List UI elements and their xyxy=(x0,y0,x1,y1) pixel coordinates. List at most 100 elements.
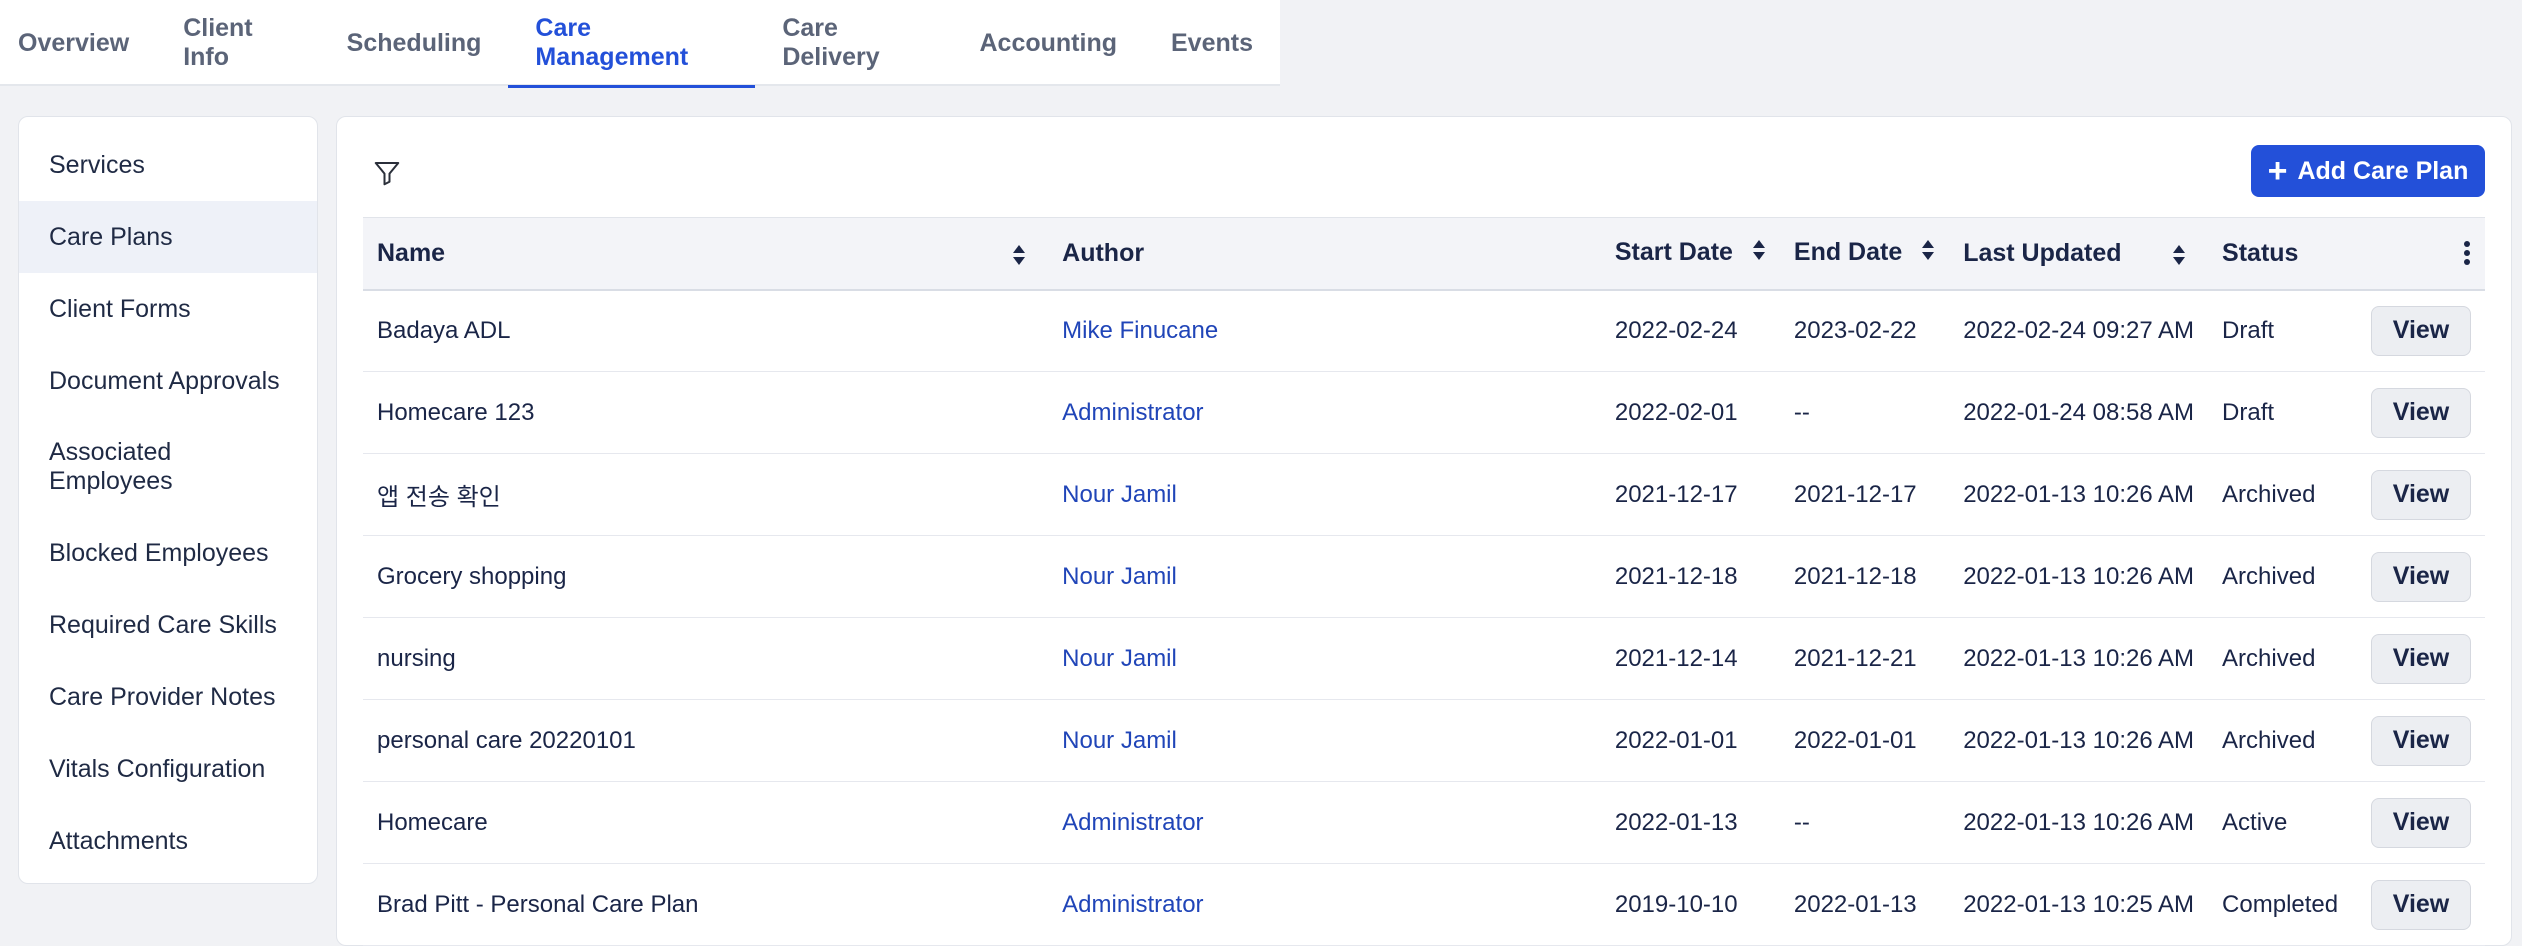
cell-start-date: 2019-10-10 xyxy=(1614,890,1738,918)
column-header-end-date[interactable]: End Date xyxy=(1780,218,1949,290)
sidebar-item-care-plans[interactable]: Care Plans xyxy=(19,201,317,273)
add-care-plan-button[interactable]: + Add Care Plan xyxy=(2251,145,2485,197)
cell-end-date: 2021-12-21 xyxy=(1793,644,1917,672)
sidebar-item-label: Care Plans xyxy=(49,222,173,251)
cell-author[interactable]: Nour Jamil xyxy=(1048,618,1601,700)
sidebar-item-label: Care Provider Notes xyxy=(49,682,276,711)
cell-actions: View xyxy=(2357,372,2485,454)
cell-last-updated: 2022-01-13 10:26 AM xyxy=(1963,480,2195,508)
tab-care-management[interactable]: Care Management xyxy=(508,0,756,88)
table-row: nursing Nour Jamil 2021-12-14 2021-12-21 202… xyxy=(363,618,2485,700)
column-header-last-updated[interactable]: Last Updated xyxy=(1949,218,2208,290)
sidebar-item-required-care-skills[interactable]: Required Care Skills xyxy=(19,589,317,661)
cell-end-date: 2023-02-22 xyxy=(1793,316,1917,344)
sidebar: Services Care Plans Client Forms Document A… xyxy=(18,116,318,884)
cell-name: nursing xyxy=(377,644,456,672)
sidebar-item-label: Associated Employees xyxy=(49,438,173,495)
sidebar-item-services[interactable]: Services xyxy=(19,129,317,201)
view-button[interactable]: View xyxy=(2371,551,2471,602)
tab-care-delivery[interactable]: Care Delivery xyxy=(755,0,952,86)
view-button[interactable]: View xyxy=(2371,797,2471,848)
cell-start-date: 2021-12-14 xyxy=(1614,644,1738,672)
cell-author[interactable]: Nour Jamil xyxy=(1048,536,1601,618)
cell-last-updated: 2022-01-24 08:58 AM xyxy=(1963,398,2195,426)
cell-name: Grocery shopping xyxy=(377,562,567,590)
cell-author[interactable]: Mike Finucane xyxy=(1048,290,1601,372)
tab-client-info[interactable]: Client Info xyxy=(156,0,319,86)
view-button[interactable]: View xyxy=(2371,633,2471,684)
cell-author[interactable]: Administrator xyxy=(1048,372,1601,454)
sidebar-item-document-approvals[interactable]: Document Approvals xyxy=(19,345,317,417)
table-row: Brad Pitt - Personal Care Plan Administra… xyxy=(363,864,2485,946)
sort-icon[interactable] xyxy=(2172,244,2186,273)
view-button[interactable]: View xyxy=(2371,715,2471,766)
cell-last-updated: 2022-01-13 10:26 AM xyxy=(1963,726,2195,754)
cell-author[interactable]: Administrator xyxy=(1048,782,1601,864)
cell-author[interactable]: Nour Jamil xyxy=(1048,454,1601,536)
column-header-status: Status xyxy=(2208,218,2357,290)
cell-actions: View xyxy=(2357,618,2485,700)
column-header-author: Author xyxy=(1048,218,1601,290)
view-button[interactable]: View xyxy=(2371,387,2471,438)
cell-author[interactable]: Administrator xyxy=(1048,864,1601,946)
cell-name: Homecare 123 xyxy=(377,398,535,426)
tab-accounting[interactable]: Accounting xyxy=(953,0,1145,86)
add-care-plan-label: Add Care Plan xyxy=(2297,156,2469,185)
care-plans-table: Name Author Start Date End Date Last Upd… xyxy=(363,217,2485,946)
tab-events[interactable]: Events xyxy=(1144,0,1280,86)
view-button[interactable]: View xyxy=(2371,469,2471,520)
table-row: 앱 전송 확인 Nour Jamil 2021-12-17 2021-12-17 202… xyxy=(363,454,2485,536)
sidebar-item-vitals-configuration[interactable]: Vitals Configuration xyxy=(19,733,317,805)
cell-name: Homecare xyxy=(377,808,488,836)
sort-icon[interactable] xyxy=(1752,239,1766,268)
sidebar-item-label: Document Approvals xyxy=(49,366,280,395)
cell-last-updated: 2022-01-13 10:26 AM xyxy=(1963,562,2195,590)
cell-start-date: 2022-02-01 xyxy=(1614,398,1738,426)
column-header-start-date-label: Start Date xyxy=(1614,238,1733,267)
view-button[interactable]: View xyxy=(2371,305,2471,356)
cell-start-date: 2022-01-13 xyxy=(1614,808,1738,836)
cell-author[interactable]: Nour Jamil xyxy=(1048,700,1601,782)
sidebar-item-care-provider-notes[interactable]: Care Provider Notes xyxy=(19,661,317,733)
table-body: Badaya ADL Mike Finucane 2022-02-24 2023-02… xyxy=(363,290,2485,946)
tab-scheduling[interactable]: Scheduling xyxy=(320,0,509,86)
sort-icon[interactable] xyxy=(1012,244,1026,273)
sort-icon[interactable] xyxy=(1921,239,1935,268)
filter-icon xyxy=(374,162,400,186)
filter-button[interactable] xyxy=(369,155,405,191)
sidebar-item-client-forms[interactable]: Client Forms xyxy=(19,273,317,345)
table-header-row: Name Author Start Date End Date Last Upd… xyxy=(363,217,2485,290)
view-button[interactable]: View xyxy=(2371,879,2471,930)
cell-end-date: 2022-01-01 xyxy=(1793,726,1917,754)
cell-status: Draft xyxy=(2222,316,2275,344)
cell-start-date: 2021-12-17 xyxy=(1614,480,1738,508)
cell-end-date: 2022-01-13 xyxy=(1793,890,1917,918)
sidebar-item-label: Attachments xyxy=(49,826,188,855)
column-header-last-updated-label: Last Updated xyxy=(1963,238,2122,267)
sidebar-item-associated-employees[interactable]: Associated Employees xyxy=(19,417,317,517)
cell-last-updated: 2022-01-13 10:26 AM xyxy=(1963,808,2195,836)
cell-actions: View xyxy=(2357,700,2485,782)
cell-status: Archived xyxy=(2222,480,2316,508)
sidebar-item-attachments[interactable]: Attachments xyxy=(19,805,317,877)
cell-actions: View xyxy=(2357,536,2485,618)
column-header-start-date[interactable]: Start Date xyxy=(1601,218,1780,290)
table-row: Homecare Administrator 2022-01-13 -- 2022-01… xyxy=(363,782,2485,864)
cell-end-date: 2021-12-17 xyxy=(1793,480,1917,508)
tab-overview[interactable]: Overview xyxy=(18,0,156,86)
column-header-author-label: Author xyxy=(1062,238,1145,267)
cell-end-date: -- xyxy=(1793,808,1810,836)
more-options-icon[interactable] xyxy=(2463,240,2471,266)
table-row: Badaya ADL Mike Finucane 2022-02-24 2023-02… xyxy=(363,290,2485,372)
table-row: personal care 20220101 Nour Jamil 2022-01-… xyxy=(363,700,2485,782)
column-header-name-label: Name xyxy=(377,238,446,267)
top-nav: Overview Client Info Scheduling Care Manage… xyxy=(0,0,1280,88)
sidebar-item-label: Vitals Configuration xyxy=(49,754,266,783)
cell-status: Active xyxy=(2222,808,2288,836)
cell-status: Archived xyxy=(2222,726,2316,754)
column-header-name[interactable]: Name xyxy=(363,218,1048,290)
cell-status: Completed xyxy=(2222,890,2339,918)
cell-start-date: 2021-12-18 xyxy=(1614,562,1738,590)
column-header-status-label: Status xyxy=(2222,238,2299,267)
sidebar-item-blocked-employees[interactable]: Blocked Employees xyxy=(19,517,317,589)
